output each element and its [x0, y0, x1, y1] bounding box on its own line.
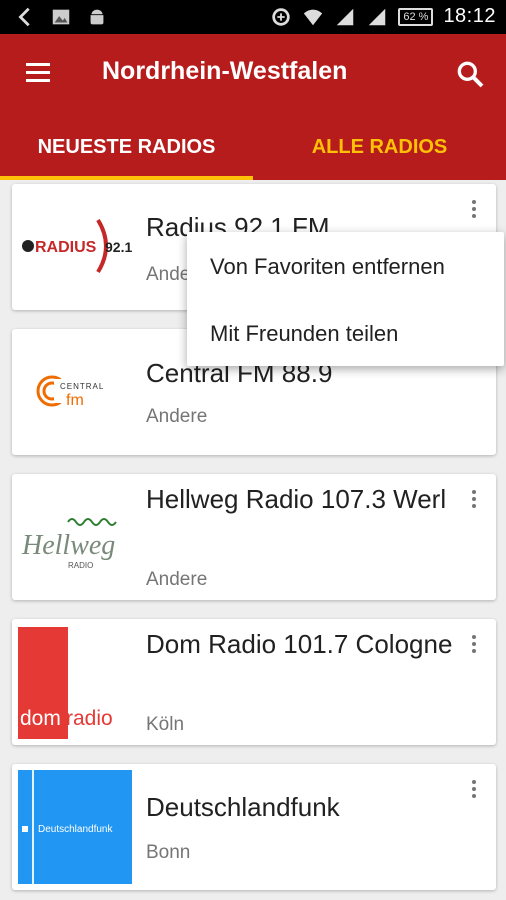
status-bar: 62 % 18:12	[0, 0, 506, 34]
central-fm-logo: CENTRAL fm	[36, 375, 104, 409]
remove-favorite-menu-item[interactable]: Von Favoriten entfernen	[210, 254, 445, 280]
clock: 18:12	[443, 5, 496, 27]
tab-indicator	[0, 176, 253, 180]
back-icon	[18, 7, 30, 27]
more-vert-icon[interactable]	[464, 488, 484, 516]
android-icon	[90, 9, 104, 25]
image-icon	[52, 9, 70, 25]
wifi-icon	[304, 9, 323, 25]
station-card[interactable]: dom radio Dom Radio 101.7 Cologne Köln	[12, 619, 496, 745]
more-vert-icon[interactable]	[464, 778, 484, 806]
data-saver-icon	[272, 7, 291, 26]
station-category: Bonn	[146, 842, 191, 863]
tab-label: ALLE RADIOS	[311, 136, 448, 158]
context-menu: Von Favoriten entfernen Mit Freunden tei…	[187, 232, 504, 366]
station-name: Deutschlandfunk	[146, 792, 340, 822]
svg-text:CENTRAL: CENTRAL	[60, 382, 104, 391]
svg-text:Hellweg: Hellweg	[21, 530, 115, 561]
page-title: Nordrhein-Westfalen	[102, 57, 348, 85]
station-card[interactable]: Deutschlandfunk Deutschlandfunk Bonn	[12, 764, 496, 890]
domradio-logo: dom radio	[18, 627, 113, 739]
svg-text:RADIUS: RADIUS	[35, 239, 97, 256]
tab-newest-radios[interactable]: NEUESTE RADIOS	[0, 130, 253, 180]
hellweg-radio-logo: Hellweg RADIO	[21, 518, 117, 570]
svg-text:fm: fm	[66, 392, 84, 409]
app-bar: Nordrhein-Westfalen NEUESTE RADIOS ALLE …	[0, 34, 506, 180]
share-menu-item[interactable]: Mit Freunden teilen	[210, 321, 398, 347]
station-card[interactable]: Hellweg RADIO Hellweg Radio 107.3 Werl A…	[12, 474, 496, 600]
more-vert-icon[interactable]	[464, 198, 484, 226]
station-name: Dom Radio 101.7 Cologne	[146, 629, 453, 659]
search-icon[interactable]	[454, 58, 486, 90]
svg-text:RADIO: RADIO	[68, 561, 93, 570]
more-vert-icon[interactable]	[464, 633, 484, 661]
tab-all-radios[interactable]: ALLE RADIOS	[253, 130, 506, 180]
signal-icon	[337, 8, 354, 25]
deutschlandfunk-logo: Deutschlandfunk	[18, 770, 132, 884]
svg-text:Deutschlandfunk: Deutschlandfunk	[38, 824, 113, 835]
station-category: Andere	[146, 406, 208, 427]
svg-text:radio: radio	[66, 707, 113, 730]
station-category: Köln	[146, 714, 185, 735]
station-name: Hellweg Radio 107.3 Werl	[146, 484, 447, 514]
svg-text:dom: dom	[20, 707, 61, 730]
signal-2-icon	[369, 8, 386, 25]
tab-bar: NEUESTE RADIOS ALLE RADIOS	[0, 130, 506, 180]
svg-text:92.1: 92.1	[105, 239, 132, 255]
battery-icon: 62 %	[398, 7, 434, 26]
tab-label: NEUESTE RADIOS	[37, 136, 216, 158]
radius-92-1-logo: RADIUS 92.1	[22, 218, 132, 274]
menu-icon[interactable]	[22, 60, 58, 90]
station-category: Andere	[146, 569, 208, 590]
